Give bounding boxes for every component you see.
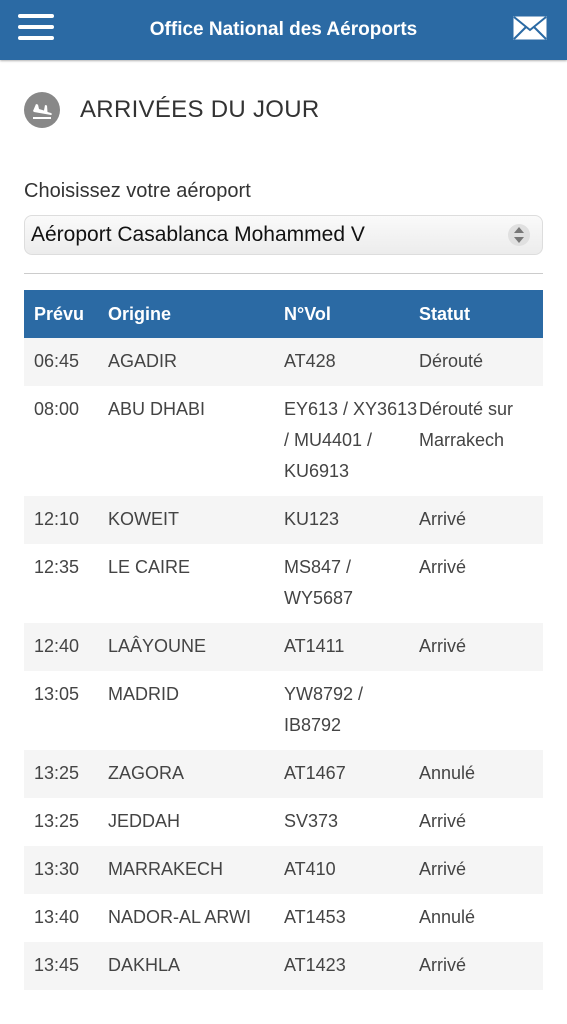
page-title: ARRIVÉES DU JOUR — [80, 96, 320, 123]
cell-status: Dérouté sur Marrakech — [419, 399, 514, 450]
header-flight: N°Vol — [284, 303, 331, 324]
hamburger-menu-icon[interactable] — [18, 14, 54, 44]
arrivals-table: Prévu Origine N°Vol Statut 06:45 AGADIR … — [24, 290, 543, 990]
cell-flight: AT410 — [284, 859, 336, 879]
cell-time: 13:30 — [34, 859, 80, 879]
cell-flight: YW8792 / IB8792 — [284, 684, 364, 735]
table-row: 13:25 ZAGORA AT1467 Annulé — [24, 750, 543, 798]
cell-status: Annulé — [419, 907, 476, 927]
cell-time: 12:40 — [34, 636, 80, 656]
section-header: ARRIVÉES DU JOUR — [24, 92, 567, 128]
cell-flight: AT1467 — [284, 763, 346, 783]
header-scheduled: Prévu — [34, 303, 85, 324]
cell-flight: AT428 — [284, 351, 336, 371]
cell-time: 13:40 — [34, 907, 80, 927]
cell-time: 13:25 — [34, 763, 80, 783]
cell-time: 13:05 — [34, 684, 80, 704]
table-row: 12:40 LAÂYOUNE AT1411 Arrivé — [24, 623, 543, 671]
divider — [24, 273, 543, 274]
cell-origin: JEDDAH — [108, 811, 181, 831]
header-origin: Origine — [108, 303, 172, 324]
table-row: 13:40 NADOR-AL ARWI AT1453 Annulé — [24, 894, 543, 942]
cell-time: 12:10 — [34, 509, 80, 529]
cell-time: 13:45 — [34, 955, 80, 975]
airport-select-value: Aéroport Casablanca Mohammed V — [31, 223, 365, 246]
cell-flight: MS847 / WY5687 — [284, 557, 354, 608]
table-row: 06:45 AGADIR AT428 Dérouté — [24, 338, 543, 386]
cell-status: Arrivé — [419, 557, 467, 577]
cell-flight: AT1453 — [284, 907, 346, 927]
cell-status: Arrivé — [419, 811, 467, 831]
cell-status: Dérouté — [419, 351, 484, 371]
cell-flight: AT1411 — [284, 636, 345, 656]
airport-select-label: Choisissez votre aéroport — [24, 180, 251, 202]
cell-status: Arrivé — [419, 955, 467, 975]
cell-flight: KU123 — [284, 509, 340, 529]
mail-icon[interactable] — [513, 16, 547, 40]
cell-origin: LE CAIRE — [108, 557, 191, 577]
cell-flight: SV373 — [284, 811, 339, 831]
cell-origin: ABU DHABI — [108, 399, 206, 419]
cell-origin: LAÂYOUNE — [108, 636, 207, 656]
cell-status: Arrivé — [419, 509, 467, 529]
header-status: Statut — [419, 303, 470, 324]
cell-origin: NADOR-AL ARWI — [108, 907, 252, 927]
cell-status: Annulé — [419, 763, 476, 783]
cell-time: 08:00 — [34, 399, 80, 419]
app-title: Office National des Aéroports — [149, 19, 418, 40]
cell-time: 06:45 — [34, 351, 80, 371]
cell-time: 13:25 — [34, 811, 80, 831]
table-row: 13:30 MARRAKECH AT410 Arrivé — [24, 846, 543, 894]
cell-flight: AT1423 — [284, 955, 346, 975]
cell-status: Arrivé — [419, 859, 467, 879]
table-row: 13:45 DAKHLA AT1423 Arrivé — [24, 942, 543, 990]
cell-time: 12:35 — [34, 557, 80, 577]
cell-origin: AGADIR — [108, 351, 178, 371]
cell-origin: KOWEIT — [108, 509, 179, 529]
table-row: 13:25 JEDDAH SV373 Arrivé — [24, 798, 543, 846]
cell-flight: EY613 / XY3613 / MU4401 / KU6913 — [284, 399, 418, 481]
plane-landing-icon — [24, 92, 60, 128]
airport-select[interactable]: Aéroport Casablanca Mohammed V — [24, 215, 543, 255]
cell-status — [419, 671, 543, 750]
cell-origin: MADRID — [108, 684, 179, 704]
cell-origin: ZAGORA — [108, 763, 185, 783]
table-row: 12:35 LE CAIRE MS847 / WY5687 Arrivé — [24, 544, 543, 623]
cell-origin: DAKHLA — [108, 955, 181, 975]
select-arrows-icon — [508, 224, 530, 246]
table-header-row: Prévu Origine N°Vol Statut — [24, 290, 543, 338]
table-row: 13:05 MADRID YW8792 / IB8792 — [24, 671, 543, 750]
table-row: 08:00 ABU DHABI EY613 / XY3613 / MU4401 … — [24, 386, 543, 496]
cell-status: Arrivé — [419, 636, 467, 656]
table-row: 12:10 KOWEIT KU123 Arrivé — [24, 496, 543, 544]
cell-origin: MARRAKECH — [108, 859, 224, 879]
top-bar: Office National des Aéroports — [0, 0, 567, 60]
